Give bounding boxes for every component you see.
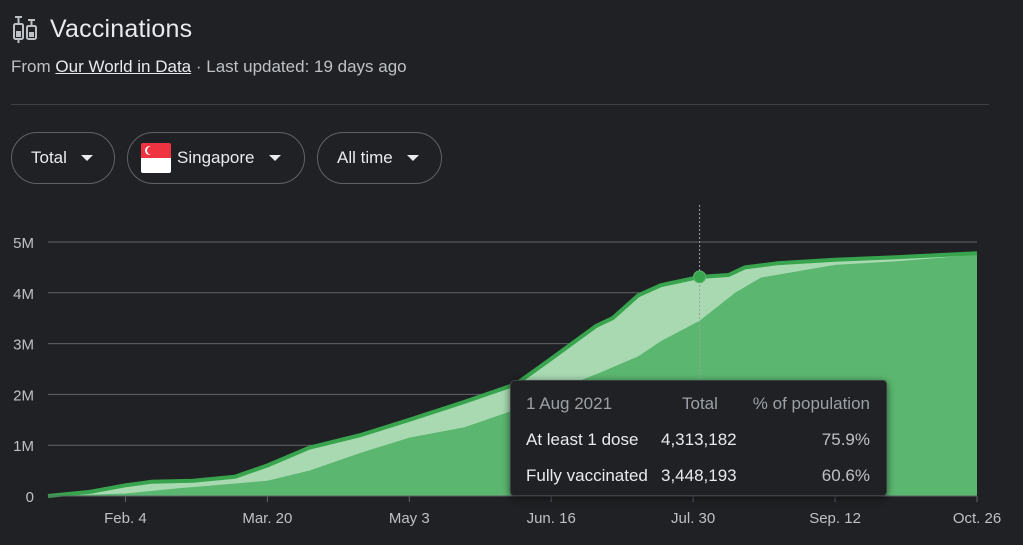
chevron-down-icon — [268, 155, 281, 161]
hover-point — [693, 270, 707, 284]
last-updated: · Last updated: 19 days ago — [195, 57, 407, 76]
tooltip-col-total: Total — [682, 394, 718, 413]
card-header: Vaccinations — [11, 14, 192, 44]
country-dropdown[interactable]: Singapore — [127, 132, 305, 184]
y-tick-label: 0 — [26, 489, 34, 506]
source-prefix: From — [11, 57, 51, 76]
x-tick-label: Oct. 26 — [953, 510, 1001, 527]
y-tick-label: 1M — [13, 438, 34, 455]
tooltip-row-pct: 75.9% — [821, 430, 870, 449]
tooltip-row-pct: 60.6% — [821, 466, 870, 485]
tooltip-row-total: 3,448,193 — [661, 466, 737, 485]
source-link[interactable]: Our World in Data — [55, 57, 191, 76]
y-tick-label: 5M — [13, 235, 34, 252]
y-tick-label: 2M — [13, 387, 34, 404]
time-range-dropdown[interactable]: All time — [317, 132, 442, 184]
metric-dropdown[interactable]: Total — [11, 132, 115, 184]
y-tick-label: 3M — [13, 337, 34, 354]
vaccinations-card: Vaccinations From Our World in Data · La… — [0, 0, 1023, 545]
country-dropdown-label: Singapore — [177, 148, 255, 167]
card-title: Vaccinations — [50, 14, 193, 43]
x-tick-label: Jul. 30 — [671, 510, 715, 527]
chevron-down-icon — [80, 155, 93, 161]
tooltip-date: 1 Aug 2021 — [526, 394, 613, 413]
metric-dropdown-label: Total — [31, 148, 67, 167]
singapore-flag-icon — [141, 143, 171, 173]
chevron-down-icon — [406, 155, 419, 161]
x-tick-label: Jun. 16 — [527, 510, 576, 527]
tooltip-row-label: At least 1 dose — [526, 430, 639, 449]
y-tick-label: 4M — [13, 286, 34, 303]
x-tick-label: Feb. 4 — [104, 510, 147, 527]
x-tick-label: Sep. 12 — [809, 510, 861, 527]
header-divider — [11, 104, 989, 105]
source-line: From Our World in Data · Last updated: 1… — [11, 57, 407, 77]
time-range-dropdown-label: All time — [337, 148, 393, 167]
syringe-icon — [13, 16, 37, 43]
x-tick-label: Mar. 20 — [242, 510, 292, 527]
x-tick-label: May 3 — [389, 510, 430, 527]
tooltip-row-label: Fully vaccinated — [526, 466, 648, 485]
chart-tooltip: 1 Aug 2021 Total % of population At leas… — [510, 380, 887, 496]
tooltip-col-pct: % of population — [752, 394, 870, 413]
tooltip-row-total: 4,313,182 — [661, 430, 737, 449]
